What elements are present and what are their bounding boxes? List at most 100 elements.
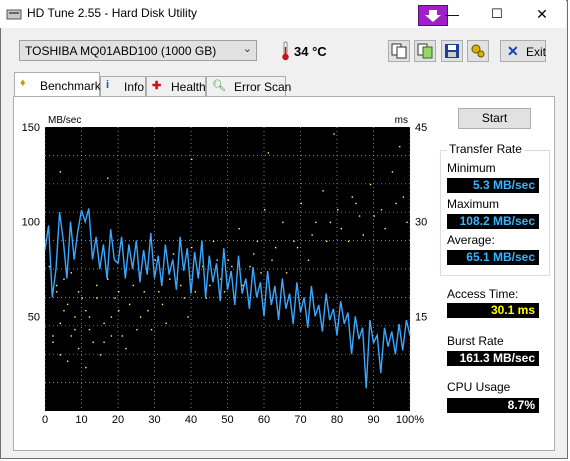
access-time-point xyxy=(205,297,207,299)
access-time-point xyxy=(52,341,54,343)
access-time-point xyxy=(402,196,405,198)
minimum-value: 5.3 MB/sec xyxy=(447,178,539,193)
burst-rate-label: Burst Rate xyxy=(447,334,504,348)
access-time-point xyxy=(107,278,109,280)
access-time-point xyxy=(293,240,295,242)
access-time-point xyxy=(59,171,61,173)
x-axis-tick-label: 30 xyxy=(148,414,160,426)
access-time-point xyxy=(322,190,324,192)
access-time-point xyxy=(77,291,80,293)
access-time-point xyxy=(103,341,105,343)
access-time-point xyxy=(161,303,164,306)
access-time-point xyxy=(191,158,193,160)
access-time-point xyxy=(121,335,124,337)
access-time-point xyxy=(307,259,310,261)
access-time-point xyxy=(172,253,175,255)
x-axis-tick-label: 10 xyxy=(75,414,87,426)
access-time-point xyxy=(118,291,120,293)
access-time-point xyxy=(147,310,149,312)
access-time-point xyxy=(150,328,153,331)
x-axis-tick-label: 20 xyxy=(112,414,124,426)
access-time-point xyxy=(74,328,76,331)
access-time-point xyxy=(271,259,273,261)
x-axis-tick-label: 60 xyxy=(258,414,270,426)
access-time-point xyxy=(406,221,408,224)
access-time-point xyxy=(63,310,65,312)
access-time-point xyxy=(74,316,76,318)
access-time-point xyxy=(59,322,61,325)
access-time-point xyxy=(128,303,131,306)
access-time-point xyxy=(66,360,69,362)
access-time-point xyxy=(81,297,83,299)
x-axis-tick-label: 0 xyxy=(42,414,48,426)
access-time-point xyxy=(194,291,197,293)
access-time-point xyxy=(180,284,182,287)
burst-rate-value: 161.3 MB/sec xyxy=(447,351,539,366)
access-time-point xyxy=(358,215,361,217)
access-time-point xyxy=(191,246,193,249)
access-time-point xyxy=(264,209,266,211)
access-time-point xyxy=(154,259,156,261)
access-time-point xyxy=(96,284,98,287)
y-axis-tick-label: 50 xyxy=(28,311,40,323)
access-time-point xyxy=(347,240,350,242)
access-time-label: Access Time: xyxy=(447,287,519,301)
access-time-point xyxy=(227,259,229,261)
access-time-point xyxy=(183,297,186,299)
access-time-point xyxy=(139,316,142,318)
access-time-point xyxy=(85,366,87,369)
x-axis-tick-label: 80 xyxy=(331,414,343,426)
access-time-point xyxy=(88,316,91,318)
access-time-point xyxy=(249,265,251,268)
access-time-point xyxy=(103,322,105,325)
access-time-point xyxy=(380,209,383,211)
y2-axis-tick-label: 30 xyxy=(415,217,427,229)
access-time-point xyxy=(282,221,284,224)
transfer-rate-group-label: Transfer Rate xyxy=(447,142,524,156)
access-time-point xyxy=(96,297,98,299)
access-time-point xyxy=(329,221,332,224)
access-time-point xyxy=(256,240,259,242)
access-time-point xyxy=(355,202,357,205)
access-time-point xyxy=(315,221,317,224)
access-time-point xyxy=(132,284,134,287)
access-time-point xyxy=(384,227,386,230)
access-time-point xyxy=(274,246,277,249)
start-button[interactable]: Start xyxy=(458,108,531,129)
access-time-point xyxy=(340,227,343,230)
access-time-point xyxy=(212,240,215,242)
access-time-point xyxy=(99,354,102,356)
maximum-label: Maximum xyxy=(447,197,500,211)
access-time-point xyxy=(267,152,270,154)
access-time-point xyxy=(88,328,91,331)
access-time-point xyxy=(238,227,240,230)
access-time-point xyxy=(48,265,51,268)
y-axis-tick-label: 150 xyxy=(22,122,40,134)
access-time-point xyxy=(136,328,138,331)
cpu-usage-value: 8.7% xyxy=(447,398,539,413)
access-time-point xyxy=(143,291,145,293)
x-axis-tick-label: 40 xyxy=(185,414,197,426)
access-time-point xyxy=(253,253,255,255)
access-time-point xyxy=(391,171,394,173)
access-time-point xyxy=(114,297,116,299)
x-axis-tick-label: 90 xyxy=(367,414,379,426)
access-time-point xyxy=(63,278,65,280)
access-time-point xyxy=(326,240,328,242)
access-time-point xyxy=(52,335,54,337)
access-time-point xyxy=(70,272,72,274)
average-label: Average: xyxy=(447,233,495,247)
access-time-point xyxy=(125,347,127,350)
access-time-point xyxy=(169,278,171,280)
y-axis-tick-label: 100 xyxy=(22,217,40,229)
access-time-point xyxy=(337,209,339,211)
access-time-point xyxy=(110,316,113,318)
access-time-point xyxy=(395,202,397,205)
access-time-point xyxy=(373,215,375,217)
x-axis-tick-label: 100% xyxy=(396,414,424,426)
minimum-label: Minimum xyxy=(447,161,496,175)
access-time-point xyxy=(110,335,113,337)
access-time-point xyxy=(216,259,218,261)
access-time-point xyxy=(300,202,302,205)
access-time-point xyxy=(285,272,288,274)
